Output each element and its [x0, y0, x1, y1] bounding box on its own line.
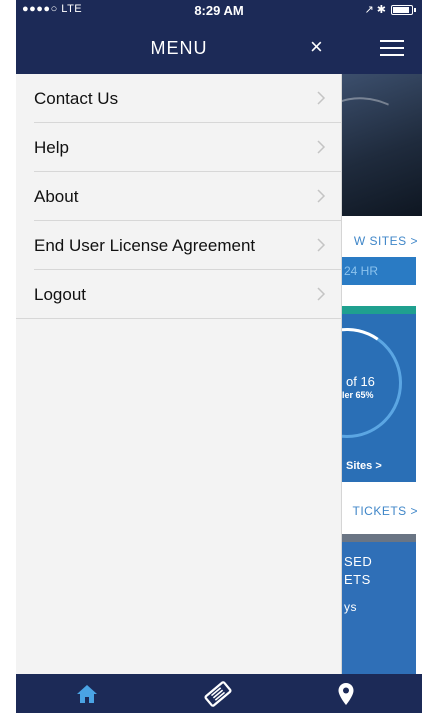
- menu-header: MENU ×: [16, 20, 422, 74]
- map-pin-icon: [338, 682, 354, 705]
- location-bluetooth-icons: ↗ ✱: [364, 4, 387, 16]
- status-bar: ●●●●○ LTE 8:29 AM ↗ ✱: [16, 0, 422, 20]
- menu-title: MENU: [150, 38, 208, 58]
- ticket-icon: [204, 680, 232, 707]
- chevron-right-icon: [317, 91, 326, 105]
- battery-icon: [391, 4, 413, 15]
- menu-item-label: Logout: [34, 284, 86, 304]
- menu-item-eula[interactable]: End User License Agreement: [16, 221, 341, 270]
- status-indicators: ↗ ✱: [364, 3, 416, 16]
- tab-tickets[interactable]: [188, 674, 248, 713]
- ring-count: of 16: [346, 374, 375, 389]
- tab-map[interactable]: [316, 674, 376, 713]
- chevron-right-icon: [317, 140, 326, 154]
- tickets-card-line: SED: [344, 554, 373, 569]
- menu-item-contact-us[interactable]: Contact Us: [16, 74, 341, 123]
- tickets-summary-card: SED ETS ys: [342, 534, 416, 674]
- hr-filter-button[interactable]: 24 HR: [342, 257, 416, 285]
- tickets-card-line: ys: [344, 600, 357, 614]
- hamburger-menu-icon[interactable]: [380, 40, 404, 56]
- app-frame: ●●●●○ LTE 8:29 AM ↗ ✱ MENU × W SITES > 2…: [16, 0, 422, 713]
- close-icon[interactable]: ×: [310, 34, 323, 60]
- menu-item-label: End User License Agreement: [34, 235, 256, 255]
- card-top-strip: [342, 534, 416, 542]
- menu-item-label: About: [34, 186, 79, 206]
- chevron-right-icon: [317, 287, 326, 301]
- ring-subtext: ler 65%: [342, 390, 374, 400]
- dashboard-background: W SITES > 24 HR of 16 ler 65% Sites > TI…: [342, 74, 422, 674]
- menu-item-label: Help: [34, 137, 69, 157]
- hero-image: [342, 74, 422, 216]
- menu-item-logout[interactable]: Logout: [16, 270, 341, 319]
- chevron-right-icon: [317, 189, 326, 203]
- bottom-tab-bar: [16, 674, 422, 713]
- card-accent-strip: [342, 306, 416, 314]
- menu-item-label: Contact Us: [34, 88, 119, 108]
- tab-home[interactable]: [57, 674, 117, 713]
- menu-item-about[interactable]: About: [16, 172, 341, 221]
- view-tickets-link[interactable]: TICKETS >: [342, 504, 418, 518]
- chevron-right-icon: [317, 238, 326, 252]
- battery-tip: [414, 7, 416, 12]
- status-time: 8:29 AM: [194, 3, 244, 18]
- sites-link[interactable]: Sites >: [346, 460, 382, 472]
- sites-summary-card: of 16 ler 65% Sites >: [342, 314, 416, 482]
- tickets-card-line: ETS: [344, 572, 371, 587]
- menu-panel: Contact Us Help About End User License A…: [16, 74, 342, 674]
- view-sites-link[interactable]: W SITES >: [342, 234, 418, 248]
- menu-item-help[interactable]: Help: [16, 123, 341, 172]
- home-icon: [77, 684, 97, 703]
